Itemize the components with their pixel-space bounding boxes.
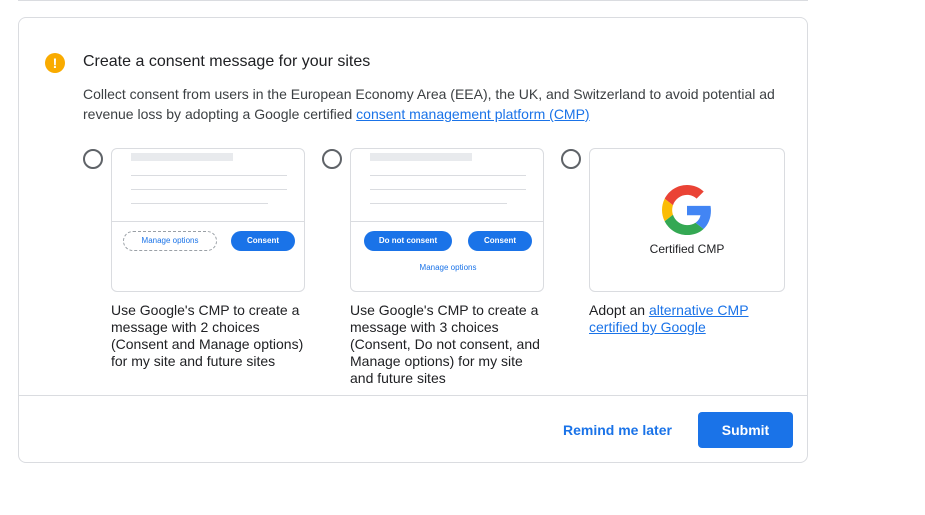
preview-line bbox=[131, 175, 287, 176]
submit-button[interactable]: Submit bbox=[698, 412, 793, 448]
preview-consent-button: Consent bbox=[468, 231, 532, 251]
preview-divider bbox=[112, 221, 304, 222]
card-title: Create a consent message for your sites bbox=[83, 53, 371, 70]
cmp-link[interactable]: consent management platform (CMP) bbox=[356, 106, 589, 122]
preview-line bbox=[131, 189, 287, 190]
top-divider bbox=[18, 0, 808, 1]
card-description: Collect consent from users in the Europe… bbox=[83, 84, 783, 124]
option-2-radio[interactable] bbox=[322, 149, 342, 169]
option-3-text: Adopt an alternative CMP certified by Go… bbox=[589, 302, 785, 336]
warning-icon: ! bbox=[45, 53, 65, 73]
option-1-radio[interactable] bbox=[83, 149, 103, 169]
google-logo-icon bbox=[662, 185, 711, 235]
preview-line bbox=[370, 189, 526, 190]
certified-cmp-label: Certified CMP bbox=[649, 242, 725, 256]
preview-line bbox=[131, 203, 268, 204]
preview-placeholder-bar bbox=[131, 153, 233, 161]
consent-card: ! Create a consent message for your site… bbox=[18, 17, 808, 463]
preview-divider bbox=[351, 221, 543, 222]
option-2-preview: Do not consent Consent Manage options bbox=[350, 148, 544, 292]
option-1-preview: Manage options Consent bbox=[111, 148, 305, 292]
option-3-preview: Certified CMP bbox=[589, 148, 785, 292]
preview-placeholder-bar bbox=[370, 153, 472, 161]
preview-do-not-consent-button: Do not consent bbox=[364, 231, 452, 251]
footer-divider bbox=[19, 395, 807, 396]
remind-me-later-button[interactable]: Remind me later bbox=[563, 422, 672, 438]
option-1-text: Use Google's CMP to create a message wit… bbox=[111, 302, 304, 369]
preview-line bbox=[370, 203, 507, 204]
option-2-text: Use Google's CMP to create a message wit… bbox=[350, 302, 540, 386]
preview-line bbox=[370, 175, 526, 176]
option-3-radio[interactable] bbox=[561, 149, 581, 169]
preview-manage-options-button: Manage options bbox=[123, 231, 217, 251]
option-3-text-prefix: Adopt an bbox=[589, 302, 649, 318]
preview-consent-button: Consent bbox=[231, 231, 295, 251]
preview-manage-options-link: Manage options bbox=[419, 263, 477, 272]
